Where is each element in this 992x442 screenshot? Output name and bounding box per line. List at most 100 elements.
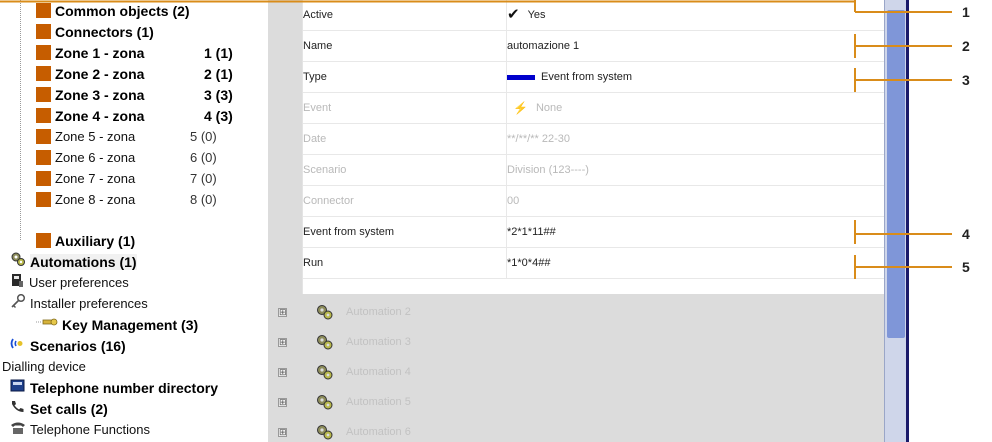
vertical-scrollbar[interactable] [884,0,908,442]
tree-item-set-calls[interactable]: Set calls (2) [10,398,108,419]
automations-gear-icon [10,251,26,272]
property-row-active[interactable]: Active ✔ Yes [303,0,885,31]
tree-item-label: Automations (1) [30,253,137,270]
tree-item-label: Scenarios (16) [30,337,126,354]
expand-icon[interactable]: ⊞ [278,337,287,347]
run-value[interactable]: *1*0*4## [507,248,885,278]
tree-item-zone-5[interactable]: Zone 5 - zona 5 (0) [36,126,256,147]
tree-item-label: Auxiliary (1) [55,232,136,249]
expand-icon[interactable]: ⊞ [278,307,287,317]
expand-icon[interactable]: ⊞ [278,367,287,377]
zone-icon [36,150,51,165]
automation-list: ⊞ Automation 2 ⊞ Automation 3 ⊞ Automati… [268,294,884,442]
handset-icon [10,399,26,419]
telephone-icon [10,420,26,440]
automation-row[interactable]: ⊞ Automation 6 [268,417,884,442]
property-row-date: Date **/**/** 22-30 [303,124,885,155]
tree-item-dialling-device[interactable]: Dialling device [2,356,86,377]
tree-item-user-preferences[interactable]: User preferences [10,272,129,293]
property-key: Date [303,124,507,154]
property-row-name[interactable]: Name automazione 1 [303,31,885,62]
callout-number-4: 4 [962,226,970,242]
scenario-value: Division (123----) [507,164,589,176]
tree-item-zone-3[interactable]: Zone 3 - zona 3 (3) [36,84,256,105]
tree-item-label: Zone 7 - zona [55,171,136,186]
automation-gear-icon [315,303,335,321]
date-value: **/**/** 22-30 [507,133,570,145]
tree-item-zone-4[interactable]: Zone 4 - zona 4 (3) [36,105,256,126]
property-row-event: Event ⚡ None [303,93,885,124]
common-objects-icon [36,3,51,18]
property-key: Type [303,62,507,92]
tree-item-label: Dialling device [2,359,86,374]
automation-row[interactable]: ⊞ Automation 5 [268,387,884,417]
active-value: Yes [527,9,546,21]
key-management-icon [36,315,58,334]
property-key: Connector [303,186,507,216]
connectors-icon [36,24,51,39]
scrollbar-thumb[interactable] [887,10,905,338]
tree-item-count: 3 (3) [204,86,233,103]
tree-item-connectors[interactable]: Connectors (1) [36,21,154,42]
tree-item-count: 4 (3) [204,107,233,124]
tree-item-label: Zone 3 - zona [55,86,145,103]
property-key: Event from system [303,217,507,247]
user-preferences-icon [10,273,25,293]
tree-item-common-objects[interactable]: Common objects (2) [36,0,190,21]
property-key: Event [303,93,507,123]
tree-item-automations[interactable]: Automations (1) [10,251,137,272]
tree-item-label: Zone 1 - zona [55,44,145,61]
property-row-event-from-system[interactable]: Event from system *2*1*11## [303,217,885,248]
connector-value: 00 [507,195,520,207]
tree-item-key-management[interactable]: Key Management (3) [36,314,198,335]
automation-label: Automation 4 [346,366,411,378]
zone-icon [36,171,51,186]
tree-item-label: Set calls (2) [30,400,108,417]
tree-item-telephone-functions[interactable]: Telephone Functions [10,419,150,440]
tree-item-auxiliary[interactable]: Auxiliary (1) [36,230,135,251]
tree-item-label: Key Management (3) [62,316,199,333]
property-row-run[interactable]: Run *1*0*4## [303,248,885,279]
tree-item-zone-6[interactable]: Zone 6 - zona 6 (0) [36,147,256,168]
tree-item-scenarios[interactable]: Scenarios (16) [10,335,126,356]
tree-item-zone-7[interactable]: Zone 7 - zona 7 (0) [36,168,256,189]
property-value[interactable]: Event from system [507,62,885,92]
property-row-type[interactable]: Type Event from system [303,62,885,93]
check-icon: ✔ [507,6,520,23]
callout-number-2: 2 [962,38,970,54]
callout-number-5: 5 [962,259,970,275]
property-value[interactable]: ✔ Yes [507,0,885,30]
automation-gear-icon [315,333,335,351]
tree-item-zone-8[interactable]: Zone 8 - zona 8 (0) [36,189,256,210]
name-value[interactable]: automazione 1 [507,31,885,61]
zone-icon [36,66,51,81]
event-lightning-icon: ⚡ [513,101,528,115]
tree-item-label: Common objects (2) [55,2,190,19]
expand-icon[interactable]: ⊞ [278,427,287,437]
tree-item-zone-2[interactable]: Zone 2 - zona 2 (1) [36,63,256,84]
tree-item-zone-1[interactable]: Zone 1 - zona 1 (1) [36,42,256,63]
automation-label: Automation 3 [346,336,411,348]
tree-item-label: User preferences [29,275,129,290]
expand-icon[interactable]: ⊞ [278,397,287,407]
automation-row[interactable]: ⊞ Automation 2 [268,297,884,327]
scenarios-icon [10,336,26,356]
event-value: None [535,102,563,114]
property-key: Scenario [303,155,507,185]
tree-panel: Common objects (2) Connectors (1) Zone 1… [0,0,268,442]
automation-gear-icon [315,423,335,441]
tree-item-count: 5 (0) [190,129,217,144]
property-key: Run [303,248,507,278]
event-from-system-value[interactable]: *2*1*11## [507,217,885,247]
tree-item-telephone-number-directory[interactable]: Telephone number directory [10,377,218,398]
tree-item-count: 6 (0) [190,150,217,165]
automation-row[interactable]: ⊞ Automation 3 [268,327,884,357]
type-color-swatch [507,74,535,80]
tree-item-label: Zone 8 - zona [55,192,136,207]
tree-item-label: Telephone Functions [30,422,150,437]
automation-row[interactable]: ⊞ Automation 4 [268,357,884,387]
automation-label: Automation 5 [346,396,411,408]
property-row-scenario: Scenario Division (123----) [303,155,885,186]
zone-icon [36,45,51,60]
tree-item-installer-preferences[interactable]: Installer preferences [10,293,148,314]
